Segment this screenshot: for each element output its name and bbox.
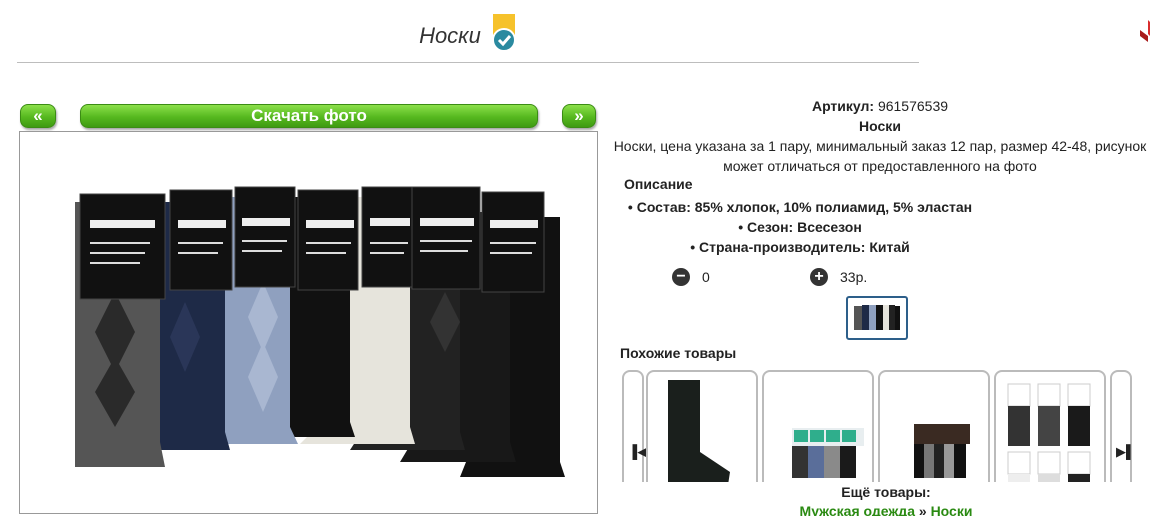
similar-product-image: [792, 428, 864, 478]
article-label: Артикул:: [811, 98, 875, 114]
chevron-right-icon: ▶▌: [1116, 444, 1134, 459]
download-photo-button[interactable]: Скачать фото: [80, 104, 538, 128]
next-photo-button[interactable]: »: [562, 104, 596, 128]
similar-product-card[interactable]: [994, 370, 1106, 482]
quantity-control: − 0: [672, 267, 710, 287]
page-title: Носки: [0, 14, 936, 56]
carousel-next-button[interactable]: ▶▌: [1110, 370, 1134, 482]
similar-product-image: [668, 380, 730, 482]
carousel-prev-button[interactable]: ▐◀: [622, 370, 648, 482]
selected-photo-thumbnail[interactable]: [846, 296, 908, 340]
breadcrumb-separator: »: [914, 503, 931, 516]
more-products: Ещё товары: Мужская одежда » Носки: [786, 483, 986, 516]
similar-products-carousel: ▐◀ ▶▌: [622, 370, 1134, 482]
article-line: Артикул: 961576539: [600, 96, 1150, 116]
verified-badge-icon: [491, 14, 516, 52]
title-divider: [17, 62, 919, 63]
similar-product-card[interactable]: [762, 370, 874, 482]
description-item: Состав: 85% хлопок, 10% полиамид, 5% эла…: [600, 197, 1000, 217]
thumbnail-image: [854, 305, 900, 330]
breadcrumb-link-socks[interactable]: Носки: [931, 503, 973, 516]
product-name: Носки: [859, 118, 901, 134]
similar-product-image: [1007, 383, 1091, 482]
product-info: Артикул: 961576539 Носки Носки, цена ука…: [600, 96, 1150, 176]
chevron-left-icon: ▐◀: [628, 444, 648, 459]
plus-circle-icon[interactable]: +: [810, 268, 828, 286]
minus-circle-icon[interactable]: −: [672, 268, 690, 286]
price-control: + 33р.: [810, 267, 867, 287]
price-value: 33р.: [840, 269, 868, 285]
description-item: Страна-производитель: Китай: [600, 237, 1000, 257]
similar-products-heading: Похожие товары: [620, 345, 737, 361]
product-summary: Носки, цена указана за 1 пару, минимальн…: [613, 138, 1147, 174]
corner-decoration-icon: [1140, 20, 1150, 42]
breadcrumb: Мужская одежда » Носки: [786, 502, 986, 516]
description-list: Состав: 85% хлопок, 10% полиамид, 5% эла…: [600, 197, 1000, 257]
product-photo: [19, 131, 598, 514]
similar-product-card[interactable]: [878, 370, 990, 482]
article-value: 961576539: [877, 98, 949, 114]
quantity-value: 0: [702, 269, 710, 285]
breadcrumb-link-mens-clothing[interactable]: Мужская одежда: [800, 503, 915, 516]
similar-product-card[interactable]: [646, 370, 758, 482]
similar-product-image: [914, 424, 970, 478]
socks-photo: [75, 186, 565, 477]
description-item: Сезон: Всесезон: [600, 217, 1000, 237]
more-products-label: Ещё товары:: [841, 484, 931, 500]
prev-photo-button[interactable]: «: [20, 104, 56, 128]
page-title-text: Носки: [419, 23, 481, 48]
description-heading: Описание: [624, 176, 693, 192]
